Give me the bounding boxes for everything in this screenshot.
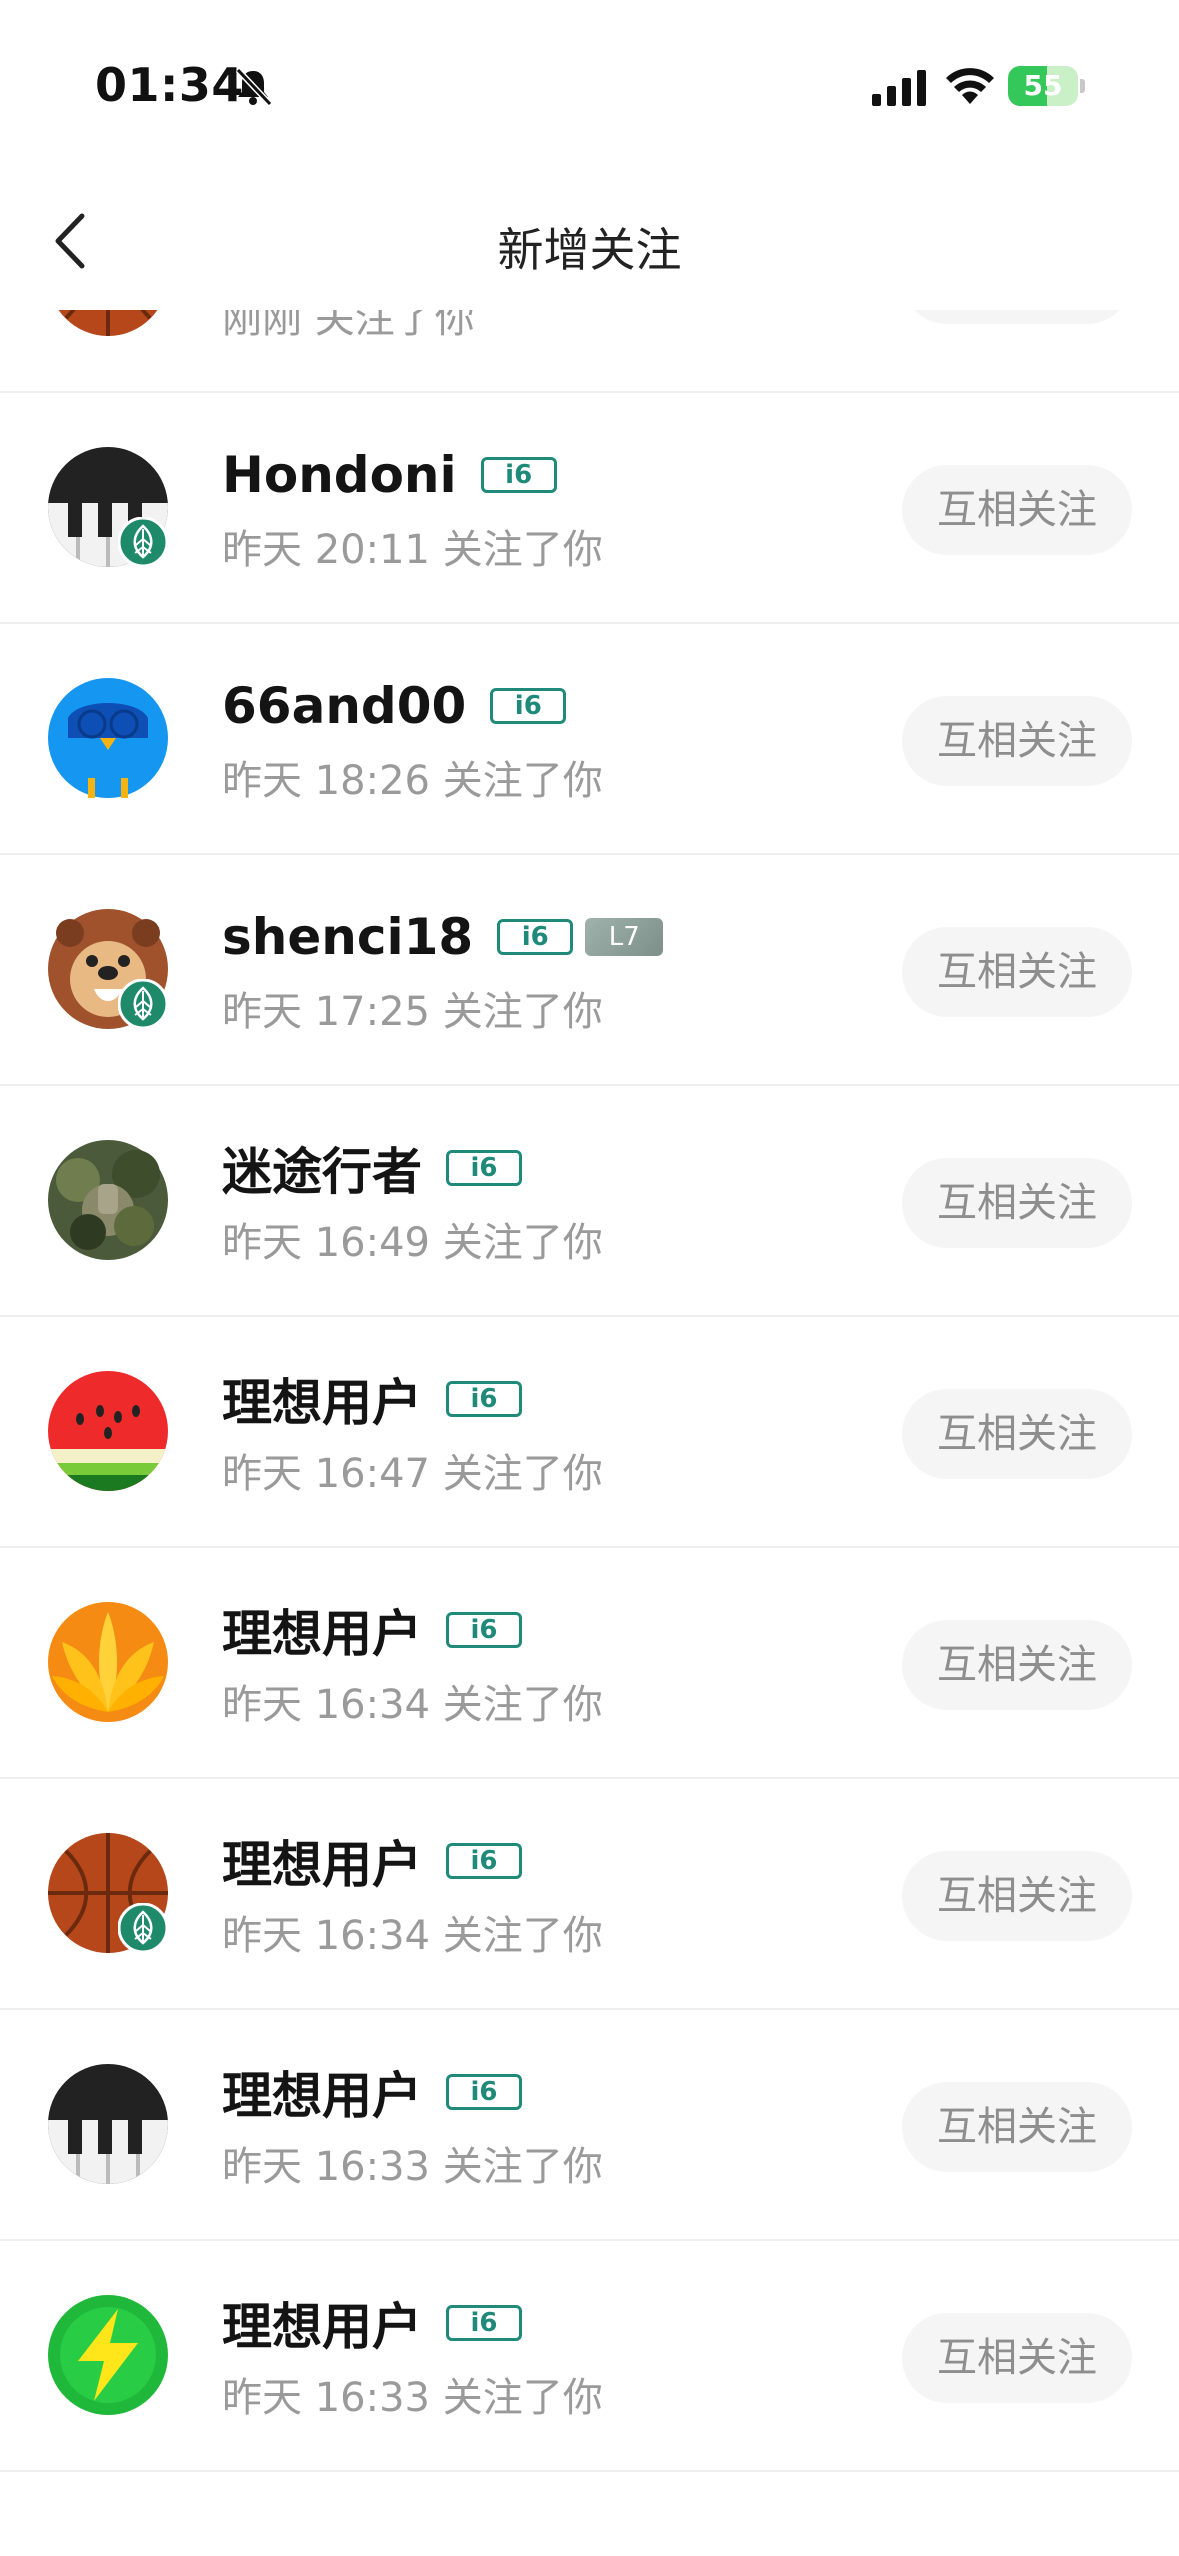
follow-time: 昨天 16:34 关注了你 bbox=[222, 1682, 603, 1728]
avatar[interactable] bbox=[48, 1602, 168, 1722]
follower-row[interactable]: shenci18 i6 L7 昨天 17:25 关注了你 互相关注 bbox=[0, 855, 1179, 1086]
avatar[interactable] bbox=[48, 2064, 168, 2184]
follower-row[interactable]: Andy93i6刚刚 关注了你互相关注 bbox=[0, 310, 1179, 393]
bell-muted-icon bbox=[235, 67, 273, 107]
vehicle-badge: i6 bbox=[446, 1381, 522, 1417]
user-name[interactable]: 理想用户 bbox=[222, 1825, 422, 1897]
follow-back-button[interactable]: 互相关注 bbox=[902, 1620, 1132, 1710]
avatar[interactable] bbox=[48, 1371, 168, 1491]
user-name[interactable]: 理想用户 bbox=[222, 2056, 422, 2128]
user-name[interactable]: shenci18 bbox=[222, 908, 473, 966]
cellular-signal-icon bbox=[872, 70, 926, 106]
vehicle-badge: i6 bbox=[480, 457, 557, 493]
follow-time: 昨天 16:47 关注了你 bbox=[222, 1451, 603, 1497]
follow-back-button[interactable]: 互相关注 bbox=[902, 2313, 1132, 2403]
user-name[interactable]: 66and00 bbox=[222, 677, 466, 735]
follow-back-button[interactable]: 互相关注 bbox=[902, 696, 1132, 786]
vehicle-badge: i6 bbox=[446, 1150, 522, 1186]
follow-back-button[interactable]: 互相关注 bbox=[902, 2082, 1132, 2172]
leaf-badge-icon bbox=[117, 978, 169, 1030]
follower-row[interactable]: 理想用户 i6 昨天 16:33 关注了你 互相关注 bbox=[0, 2010, 1179, 2241]
avatar[interactable] bbox=[48, 310, 168, 336]
follow-back-button[interactable]: 互相关注 bbox=[902, 1389, 1132, 1479]
vehicle-badge: i6 bbox=[490, 688, 567, 724]
follow-time: 昨天 16:33 关注了你 bbox=[222, 2144, 603, 2190]
follower-row[interactable]: 理想用户 i6 昨天 16:33 关注了你 互相关注 bbox=[0, 2241, 1179, 2472]
follow-time: 昨天 20:11 关注了你 bbox=[222, 527, 603, 573]
level-badge: L7 bbox=[585, 918, 664, 956]
leaf-badge-icon bbox=[117, 1902, 169, 1954]
battery-level: 55 bbox=[1023, 69, 1063, 102]
follow-time: 昨天 16:33 关注了你 bbox=[222, 2375, 603, 2421]
user-name[interactable]: 理想用户 bbox=[222, 1594, 422, 1666]
follow-time: 昨天 18:26 关注了你 bbox=[222, 758, 603, 804]
wifi-icon bbox=[946, 68, 994, 104]
follower-row[interactable]: 理想用户 i6 昨天 16:34 关注了你 互相关注 bbox=[0, 1779, 1179, 2010]
vehicle-badge: i6 bbox=[446, 2305, 522, 2341]
nav-bar: 新增关注 bbox=[0, 170, 1179, 310]
user-name[interactable]: 迷途行者 bbox=[222, 1132, 422, 1204]
follower-row[interactable]: 迷途行者 i6 昨天 16:49 关注了你 互相关注 bbox=[0, 1086, 1179, 1317]
follower-row[interactable]: 理想用户 i6 昨天 16:47 关注了你 互相关注 bbox=[0, 1317, 1179, 1548]
follower-row[interactable]: 66and00 i6 昨天 18:26 关注了你 互相关注 bbox=[0, 624, 1179, 855]
follow-time: 昨天 16:49 关注了你 bbox=[222, 1220, 603, 1266]
battery-charging-icon: 55 bbox=[1008, 66, 1086, 106]
vehicle-badge: i6 bbox=[446, 1843, 522, 1879]
follow-back-button[interactable]: 互相关注 bbox=[902, 927, 1132, 1017]
user-name[interactable]: Hondoni bbox=[222, 446, 457, 504]
avatar[interactable] bbox=[48, 678, 168, 798]
follow-back-button[interactable]: 互相关注 bbox=[902, 1158, 1132, 1248]
status-bar: 01:34 55 bbox=[0, 0, 1179, 170]
user-name[interactable]: 理想用户 bbox=[222, 1363, 422, 1435]
vehicle-badge: i6 bbox=[497, 919, 574, 955]
follow-back-button[interactable]: 互相关注 bbox=[902, 1851, 1132, 1941]
leaf-badge-icon bbox=[117, 516, 169, 568]
follow-back-button[interactable]: 互相关注 bbox=[902, 310, 1132, 324]
follow-time: 昨天 17:25 关注了你 bbox=[222, 989, 603, 1035]
follow-time: 昨天 16:34 关注了你 bbox=[222, 1913, 603, 1959]
vehicle-badge: i6 bbox=[446, 1612, 522, 1648]
follow-back-button[interactable]: 互相关注 bbox=[902, 465, 1132, 555]
follower-row[interactable]: Hondoni i6 昨天 20:11 关注了你 互相关注 bbox=[0, 393, 1179, 624]
status-time: 01:34 bbox=[95, 58, 244, 112]
avatar[interactable] bbox=[48, 2295, 168, 2415]
page-title: 新增关注 bbox=[497, 223, 682, 277]
user-name[interactable]: 理想用户 bbox=[222, 2287, 422, 2359]
follower-list[interactable]: Andy93i6刚刚 关注了你互相关注Hondonii6昨天 20:11 关注了… bbox=[0, 310, 1179, 2556]
vehicle-badge: i6 bbox=[446, 2074, 522, 2110]
follower-row[interactable]: 理想用户 i6 昨天 16:34 关注了你 互相关注 bbox=[0, 1548, 1179, 1779]
follow-time: 刚刚 关注了你 bbox=[222, 310, 475, 342]
avatar[interactable] bbox=[48, 1140, 168, 1260]
